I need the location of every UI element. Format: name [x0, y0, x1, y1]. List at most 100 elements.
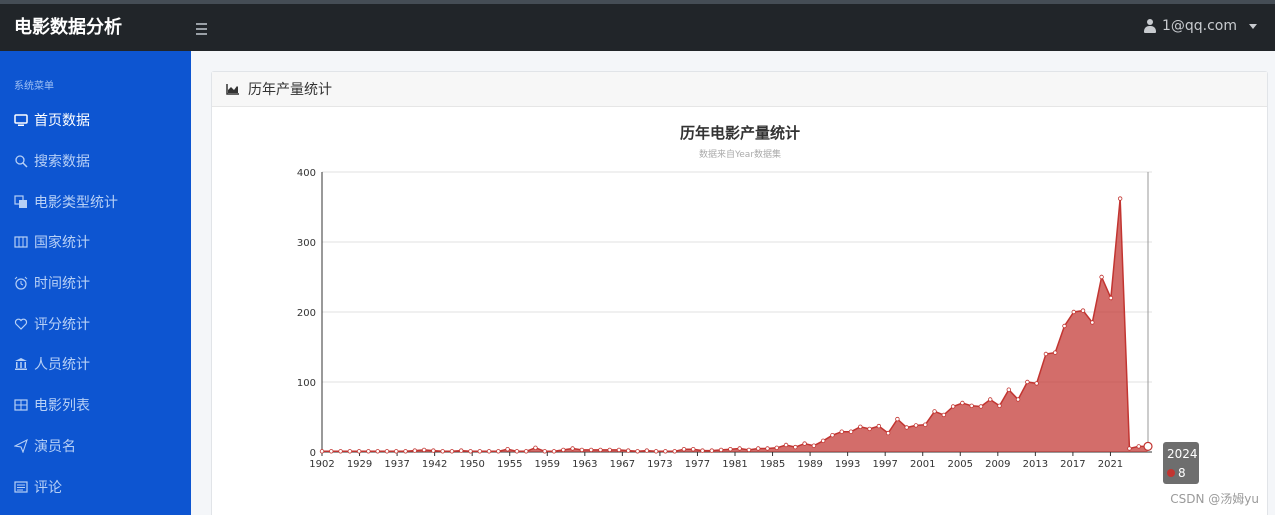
- data-point: [765, 446, 770, 451]
- data-point: [1052, 350, 1058, 355]
- sidebar-item-home-data[interactable]: 首页数据: [0, 100, 191, 141]
- data-point: [839, 429, 844, 434]
- x-tick-label: 1937: [384, 459, 409, 470]
- data-point: [486, 449, 492, 454]
- sidebar-item-movie-list[interactable]: 电影列表: [0, 385, 191, 426]
- sidebar-item-people-stats[interactable]: 人员统计: [0, 344, 191, 385]
- data-point: [997, 403, 1002, 408]
- data-point: [691, 447, 696, 452]
- data-point: [1080, 308, 1086, 313]
- sidebar-item-country-stats[interactable]: 国家统计: [0, 222, 191, 263]
- x-tick-label: 1942: [422, 459, 447, 470]
- chart-area: 历年电影产量统计 数据来自Year数据集 0 100 200 300 400 1902 1…: [212, 108, 1269, 515]
- heart-icon: [14, 317, 28, 331]
- data-point: [505, 447, 510, 452]
- table-icon: [14, 398, 28, 412]
- sidebar-item-movie-types[interactable]: 电影类型统计: [0, 181, 191, 222]
- data-point: [774, 445, 779, 450]
- top-navbar: 电影数据分析 1@qq.com: [0, 0, 1275, 51]
- data-point: [858, 424, 863, 429]
- data-point: [988, 397, 993, 402]
- data-point: [1136, 444, 1141, 449]
- brand-title[interactable]: 电影数据分析: [0, 4, 191, 51]
- data-point: [570, 446, 575, 451]
- data-point: [477, 449, 482, 454]
- data-point: [449, 449, 455, 454]
- data-point: [700, 448, 705, 453]
- data-point: [356, 449, 362, 454]
- data-point: [941, 412, 947, 418]
- data-point: [969, 403, 974, 408]
- data-point: [1062, 323, 1067, 329]
- data-point: [1043, 351, 1049, 357]
- x-tick-label: 1902: [309, 459, 334, 470]
- data-point: [598, 447, 603, 453]
- y-tick-label: 300: [297, 238, 316, 249]
- data-point: [551, 449, 557, 454]
- data-point: [746, 447, 752, 453]
- data-point: [496, 449, 501, 454]
- area-chart-icon: [226, 84, 239, 95]
- data-point: [514, 449, 520, 454]
- x-tick-label: 2001: [910, 459, 935, 470]
- data-point: [1015, 397, 1021, 402]
- tooltip-value: 8: [1178, 466, 1186, 480]
- data-point: [412, 448, 418, 453]
- data-point: [440, 449, 445, 454]
- data-point: [681, 447, 687, 452]
- sidebar-item-comments[interactable]: 评论: [0, 466, 191, 507]
- data-point: [384, 449, 390, 454]
- x-tick-label: 1955: [497, 459, 522, 470]
- data-point: [793, 444, 798, 450]
- sidebar-item-time-stats[interactable]: 时间统计: [0, 263, 191, 304]
- sidebar-item-label: 时间统计: [34, 276, 90, 293]
- tooltip-series-marker: [1167, 469, 1175, 477]
- data-point: [394, 449, 399, 454]
- sidebar: 系统菜单 首页数据 搜索数据 电影类型统计 国家统计 时间统计 评分统计 人员统…: [0, 51, 191, 515]
- sidebar-item-label: 电影类型统计: [34, 194, 118, 211]
- sidebar-item-label: 评分统计: [34, 316, 90, 333]
- data-point: [1108, 295, 1114, 301]
- data-point: [319, 449, 325, 454]
- sidebar-item-label: 国家统计: [34, 235, 90, 252]
- x-tick-label: 2021: [1098, 459, 1123, 470]
- data-point: [913, 423, 919, 428]
- data-point: [802, 441, 807, 446]
- user-menu[interactable]: 1@qq.com: [1143, 18, 1257, 34]
- x-tick-label: 1959: [535, 459, 560, 470]
- monitor-icon: [14, 113, 28, 127]
- data-point: [904, 425, 909, 430]
- data-point: [895, 416, 900, 422]
- data-point: [876, 423, 882, 429]
- search-icon: [14, 154, 28, 168]
- sidebar-item-rating-stats[interactable]: 评分统计: [0, 303, 191, 344]
- data-point: [421, 447, 427, 453]
- tooltip-year: 2024: [1167, 447, 1198, 461]
- data-point: [468, 449, 473, 454]
- data-point: [588, 447, 594, 453]
- data-point: [830, 433, 835, 438]
- y-tick-label: 100: [297, 378, 316, 389]
- data-point: [848, 429, 854, 434]
- user-email: 1@qq.com: [1161, 18, 1237, 34]
- data-point: [672, 449, 677, 454]
- user-icon: [1143, 19, 1156, 33]
- data-point: [459, 448, 464, 453]
- data-point: [542, 449, 547, 454]
- bank-icon: [14, 357, 28, 371]
- x-tick-label: 2013: [1023, 459, 1048, 470]
- data-point: [718, 447, 724, 453]
- sidebar-item-search-data[interactable]: 搜索数据: [0, 141, 191, 182]
- alarm-clock-icon: [14, 276, 28, 290]
- hamburger-menu-icon[interactable]: [196, 16, 210, 36]
- columns-icon: [14, 235, 28, 249]
- card-title: 历年产量统计: [248, 82, 332, 98]
- data-point: [523, 449, 529, 454]
- data-point: [1071, 309, 1076, 315]
- x-tick-label: 1989: [797, 459, 822, 470]
- data-point: [978, 404, 984, 409]
- x-tick-label: 1981: [722, 459, 747, 470]
- sidebar-item-actors[interactable]: 演员名: [0, 426, 191, 467]
- data-point: [607, 447, 612, 453]
- chart-title: 历年电影产量统计: [680, 124, 800, 142]
